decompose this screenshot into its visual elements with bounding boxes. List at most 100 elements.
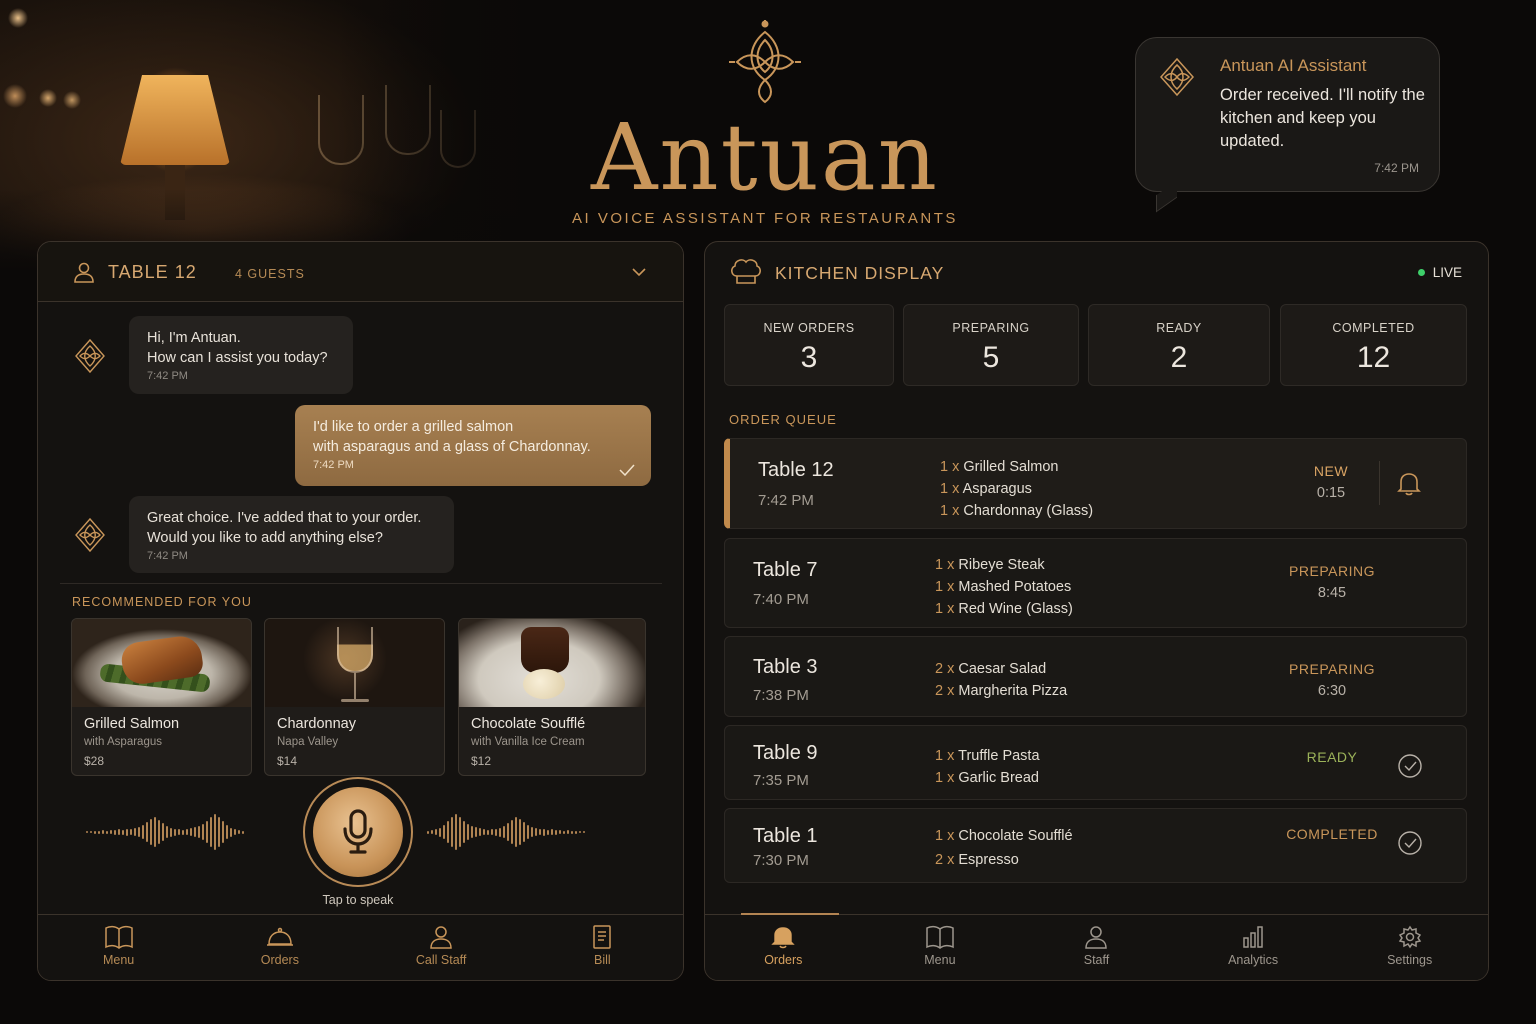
stat-value: 12 [1356, 341, 1391, 374]
order-status: PREPARING [1289, 563, 1375, 579]
chardonnay-photo [265, 619, 444, 707]
order-item: 1 x Ribeye Steak [935, 557, 1045, 573]
waveform-bar [186, 829, 188, 835]
stat-preparing[interactable]: PREPARING 5 [903, 304, 1079, 386]
item-description: with Vanilla Ice Cream [471, 736, 585, 748]
order-table: Table 9 [753, 742, 818, 764]
waveform-bar [511, 820, 513, 844]
grilled-salmon-photo [72, 619, 251, 707]
item-price: $12 [471, 754, 492, 768]
waveform-bar [118, 829, 120, 835]
gear-icon [1398, 925, 1421, 949]
waveform-bar [471, 826, 473, 838]
waveform-bar [487, 829, 489, 835]
nav-menu[interactable]: Menu [862, 915, 1019, 980]
nav-analytics[interactable]: Analytics [1175, 915, 1332, 980]
stat-value: 2 [1170, 341, 1188, 374]
nav-label: Menu [924, 953, 956, 967]
order-item: 1 x Chocolate Soufflé [935, 828, 1073, 844]
nav-orders[interactable]: Orders [199, 915, 360, 980]
waveform-bar [86, 831, 88, 833]
nav-bill[interactable]: Bill [522, 915, 683, 980]
recommendation-card[interactable]: Chardonnay Napa Valley $14 [264, 618, 445, 776]
order-item: 1 x Mashed Potatoes [935, 579, 1072, 595]
waveform-bar [523, 822, 525, 842]
order-card[interactable]: Table 3 7:38 PM 2 x Caesar Salad 2 x Mar… [724, 636, 1467, 717]
mic-button-ring[interactable] [303, 777, 413, 887]
message-text: Hi, I'm Antuan. How can I assist you tod… [147, 330, 328, 366]
waveform-bar [543, 828, 545, 836]
divider [60, 583, 662, 584]
check-icon [619, 464, 635, 476]
item-name: Grilled Salmon [84, 716, 180, 732]
restaurant-background-photo [0, 0, 560, 270]
table-assistant-panel: TABLE 12 4 GUESTS Hi, I'm Antuan. How ca… [37, 241, 684, 981]
nav-orders[interactable]: Orders [705, 915, 862, 980]
active-tab-indicator [741, 913, 839, 915]
waveform-bar [519, 819, 521, 845]
stat-value: 5 [982, 341, 1000, 374]
waveform-bar [130, 829, 132, 835]
waveform-bar [495, 828, 497, 836]
chat-message-user: I'd like to order a grilled salmon with … [295, 405, 651, 486]
order-item: 2 x Margherita Pizza [935, 683, 1068, 699]
stat-completed[interactable]: COMPLETED 12 [1280, 304, 1467, 386]
wine-glass [385, 85, 431, 155]
waveform-bar [551, 829, 553, 835]
waveform-bar [146, 822, 148, 842]
notification-time: 7:42 PM [1374, 161, 1419, 175]
nav-call-staff[interactable]: Call Staff [361, 915, 522, 980]
order-table: Table 1 [753, 825, 818, 847]
waveform-bar [455, 814, 457, 850]
order-card[interactable]: Table 1 7:30 PM 1 x Chocolate Soufflé 2 … [724, 808, 1467, 883]
waveform-bar [242, 830, 244, 834]
order-time: 7:30 PM [753, 852, 809, 869]
nav-menu[interactable]: Menu [38, 915, 199, 980]
wine-glass [440, 110, 476, 168]
item-price: $28 [84, 754, 105, 768]
recommendation-card[interactable]: Chocolate Soufflé with Vanilla Ice Cream… [458, 618, 646, 776]
waveform-bar [459, 817, 461, 847]
item-description: Napa Valley [277, 736, 339, 748]
waveform-bar [190, 828, 192, 836]
waveform-bar [222, 821, 224, 843]
order-table: Table 7 [753, 559, 818, 581]
waveform-bar [230, 827, 232, 837]
waveform-bar [547, 829, 549, 835]
waveform-bar [178, 829, 180, 835]
bell-icon[interactable] [1396, 470, 1422, 496]
order-card[interactable]: Table 9 7:35 PM 1 x Truffle Pasta 1 x Ga… [724, 725, 1467, 800]
order-status: READY [1306, 749, 1358, 765]
mic-button[interactable] [313, 787, 403, 877]
chef-hat-icon [731, 259, 761, 284]
order-card[interactable]: Table 12 7:42 PM 1 x Grilled Salmon 1 x … [724, 438, 1467, 529]
antuan-logo-icon [729, 20, 801, 104]
table-lamp [120, 75, 230, 165]
waveform-bar [467, 824, 469, 840]
waveform-bar [439, 827, 441, 837]
check-circle-icon[interactable] [1397, 830, 1423, 856]
order-item: 1 x Chardonnay (Glass) [940, 503, 1094, 519]
order-time: 7:40 PM [753, 591, 809, 608]
assistant-notification[interactable]: Antuan AI Assistant Order received. I'll… [1135, 37, 1440, 192]
stat-label: NEW ORDERS [763, 321, 855, 335]
user-icon [74, 262, 94, 283]
order-item: 1 x Grilled Salmon [940, 459, 1059, 475]
check-circle-icon[interactable] [1397, 753, 1423, 779]
stat-label: COMPLETED [1332, 321, 1415, 335]
order-items: 1 x Grilled Salmon 1 x Asparagus 1 x Cha… [940, 456, 1093, 522]
table-header[interactable]: TABLE 12 4 GUESTS [38, 242, 683, 302]
stat-label: PREPARING [952, 321, 1030, 335]
chevron-down-icon[interactable] [631, 264, 647, 280]
order-card[interactable]: Table 7 7:40 PM 1 x Ribeye Steak 1 x Mas… [724, 538, 1467, 628]
stat-ready[interactable]: READY 2 [1088, 304, 1270, 386]
recommendation-card[interactable]: Grilled Salmon with Asparagus $28 [71, 618, 252, 776]
waveform-bar [483, 829, 485, 835]
waveform-bar [463, 821, 465, 843]
receipt-icon [593, 925, 612, 949]
nav-settings[interactable]: Settings [1331, 915, 1488, 980]
waveform-bar [234, 829, 236, 835]
stat-new-orders[interactable]: NEW ORDERS 3 [724, 304, 894, 386]
order-item: 1 x Asparagus [940, 481, 1032, 497]
nav-staff[interactable]: Staff [1018, 915, 1175, 980]
